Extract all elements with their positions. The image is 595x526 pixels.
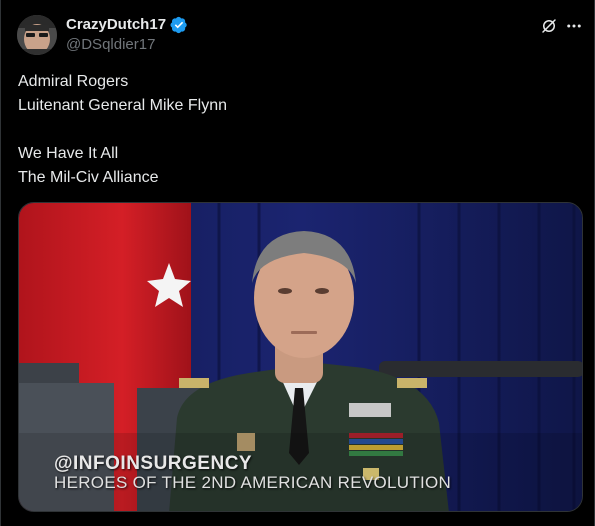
post-text-line: The Mil-Civ Alliance <box>18 169 159 186</box>
avatar-photo <box>17 15 57 55</box>
post-text-line <box>18 118 578 142</box>
post-text-line: Admiral Rogers <box>18 73 129 90</box>
display-name[interactable]: CrazyDutch17 <box>66 16 166 34</box>
verified-badge-icon <box>170 16 187 34</box>
grok-icon <box>542 19 556 33</box>
avatar[interactable] <box>17 15 57 55</box>
video-overlay-title: @INFOINSURGENCY <box>54 453 253 474</box>
post-card: CrazyDutch17 @DSqldier17 Admiral Rogers … <box>0 0 595 526</box>
more-icon <box>567 24 581 28</box>
post-text-line: We Have It All <box>18 145 119 162</box>
grok-button[interactable] <box>538 15 560 37</box>
post-text-line: Luitenant General Mike Flynn <box>18 97 227 114</box>
post-text: Admiral Rogers Luitenant General Mike Fl… <box>18 70 578 190</box>
user-handle[interactable]: @DSqldier17 <box>66 36 155 54</box>
video-player[interactable]: @INFOINSURGENCY HEROES OF THE 2ND AMERIC… <box>18 202 583 512</box>
video-overlay-subtitle: HEROES OF THE 2ND AMERICAN REVOLUTION <box>54 473 452 492</box>
more-options-button[interactable] <box>563 15 585 37</box>
